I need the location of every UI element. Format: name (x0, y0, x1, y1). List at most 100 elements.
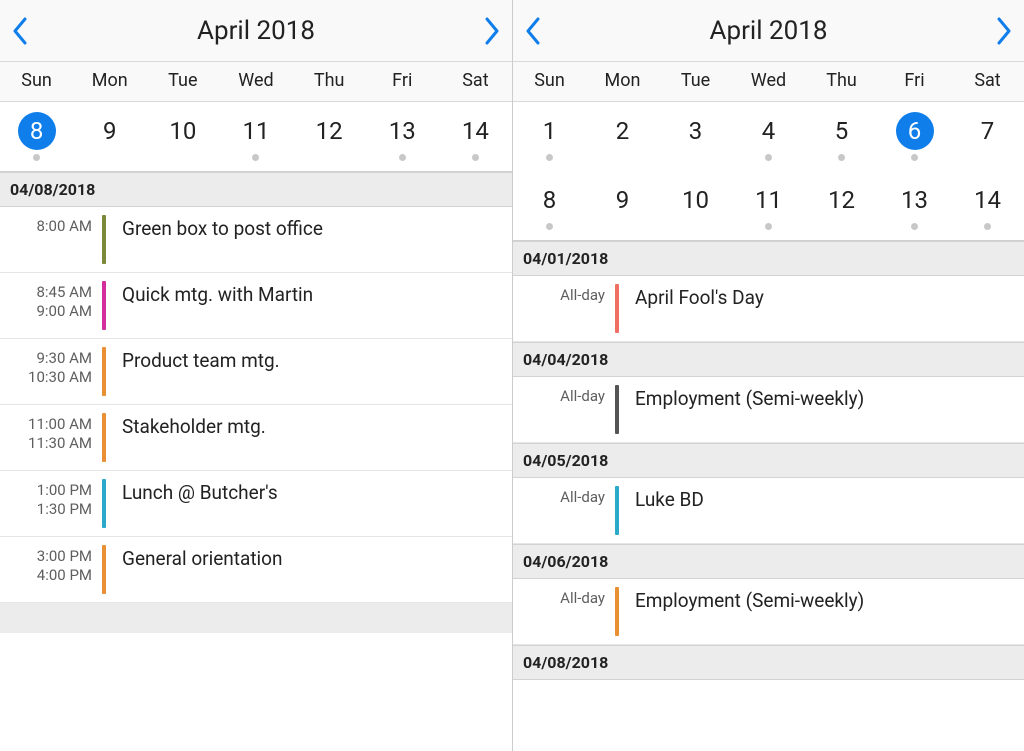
date-cell[interactable]: 11 (219, 102, 292, 171)
calendar-header: April 2018 (0, 0, 512, 62)
event-dot (33, 154, 40, 161)
event-list: All-dayEmployment (Semi-weekly) (513, 579, 1024, 645)
event-row[interactable]: 3:00 PM4:00 PMGeneral orientation (0, 537, 512, 603)
event-title: Stakeholder mtg. (106, 413, 512, 462)
event-dot (546, 223, 553, 230)
event-time: All-day (513, 587, 615, 636)
event-time: 1:00 PM1:30 PM (0, 479, 102, 528)
chevron-right-icon (484, 17, 500, 45)
date-number: 7 (969, 112, 1007, 150)
event-row[interactable]: 1:00 PM1:30 PMLunch @ Butcher's (0, 471, 512, 537)
weekday-label: Tue (146, 62, 219, 101)
event-dot (911, 223, 918, 230)
agenda-list[interactable]: 04/08/20188:00 AMGreen box to post offic… (0, 172, 512, 751)
date-cell[interactable]: 12 (293, 102, 366, 171)
next-month-button[interactable] (452, 0, 512, 61)
event-row[interactable]: All-dayEmployment (Semi-weekly) (513, 377, 1024, 443)
event-dot (765, 154, 772, 161)
date-number: 12 (310, 112, 348, 150)
date-cell[interactable]: 13 (878, 171, 951, 240)
date-grid: 8910 11 12 1314 (0, 102, 512, 172)
date-cell[interactable]: 14 (439, 102, 512, 171)
date-cell[interactable]: 2 (586, 102, 659, 171)
date-number: 9 (604, 181, 642, 219)
event-time: 9:30 AM10:30 AM (0, 347, 102, 396)
event-time: All-day (513, 284, 615, 333)
date-cell[interactable]: 7 (951, 102, 1024, 171)
agenda-list[interactable]: 04/01/2018All-dayApril Fool's Day04/04/2… (513, 241, 1024, 751)
prev-month-button[interactable] (0, 0, 60, 61)
section-date-header: 04/06/2018 (513, 544, 1024, 579)
event-time: All-day (513, 486, 615, 535)
date-cell[interactable]: 1 (513, 102, 586, 171)
event-row[interactable]: All-dayApril Fool's Day (513, 276, 1024, 342)
date-cell[interactable]: 5 (805, 102, 878, 171)
date-number: 11 (750, 181, 788, 219)
weekday-label: Wed (219, 62, 292, 101)
event-time: All-day (513, 385, 615, 434)
weekday-label: Mon (73, 62, 146, 101)
weekday-label: Sat (439, 62, 512, 101)
event-list: All-dayApril Fool's Day (513, 276, 1024, 342)
event-row[interactable]: 8:00 AMGreen box to post office (0, 207, 512, 273)
event-row[interactable]: All-dayEmployment (Semi-weekly) (513, 579, 1024, 645)
section-date-header: 04/01/2018 (513, 241, 1024, 276)
event-dot (838, 154, 845, 161)
date-number: 2 (604, 112, 642, 150)
date-grid: 1234567891011121314 (513, 102, 1024, 241)
event-title: Employment (Semi-weekly) (619, 587, 1024, 636)
event-dot (911, 154, 918, 161)
event-list: All-dayLuke BD (513, 478, 1024, 544)
weekday-label: Wed (732, 62, 805, 101)
month-title: April 2018 (710, 16, 828, 46)
date-number: 5 (823, 112, 861, 150)
date-cell[interactable]: 4 (732, 102, 805, 171)
weekday-label: Sat (951, 62, 1024, 101)
section-date-header: 04/05/2018 (513, 443, 1024, 478)
event-title: Employment (Semi-weekly) (619, 385, 1024, 434)
weekday-label: Fri (366, 62, 439, 101)
date-cell[interactable]: 9 (73, 102, 146, 171)
next-month-button[interactable] (964, 0, 1024, 61)
weekday-label: Thu (805, 62, 878, 101)
date-cell[interactable]: 13 (366, 102, 439, 171)
date-cell[interactable]: 10 (146, 102, 219, 171)
calendar-week-screen: April 2018 Sun Mon Tue Wed Thu Fri Sat 8… (0, 0, 512, 751)
chevron-right-icon (996, 17, 1012, 45)
weekday-row: Sun Mon Tue Wed Thu Fri Sat (513, 62, 1024, 102)
weekday-label: Fri (878, 62, 951, 101)
date-number: 3 (677, 112, 715, 150)
weekday-label: Sun (0, 62, 73, 101)
event-dot (252, 154, 259, 161)
weekday-label: Mon (586, 62, 659, 101)
weekday-label: Tue (659, 62, 732, 101)
event-row[interactable]: All-dayLuke BD (513, 478, 1024, 544)
event-dot (546, 154, 553, 161)
date-number: 8 (531, 181, 569, 219)
event-title: Green box to post office (106, 215, 512, 264)
date-number: 12 (823, 181, 861, 219)
date-cell[interactable]: 14 (951, 171, 1024, 240)
date-cell[interactable]: 8 (513, 171, 586, 240)
event-title: Quick mtg. with Martin (106, 281, 512, 330)
date-cell[interactable]: 3 (659, 102, 732, 171)
calendar-header: April 2018 (513, 0, 1024, 62)
event-title: Luke BD (619, 486, 1024, 535)
event-dot (399, 154, 406, 161)
date-cell[interactable]: 8 (0, 102, 73, 171)
date-cell[interactable]: 11 (732, 171, 805, 240)
event-row[interactable]: 11:00 AM11:30 AMStakeholder mtg. (0, 405, 512, 471)
date-cell[interactable]: 9 (586, 171, 659, 240)
event-row[interactable]: 8:45 AM9:00 AMQuick mtg. with Martin (0, 273, 512, 339)
date-number: 1 (531, 112, 569, 150)
event-dot (765, 223, 772, 230)
event-title: General orientation (106, 545, 512, 594)
event-dot (472, 154, 479, 161)
prev-month-button[interactable] (513, 0, 573, 61)
date-cell[interactable]: 10 (659, 171, 732, 240)
date-number: 11 (237, 112, 275, 150)
date-cell[interactable]: 6 (878, 102, 951, 171)
date-number: 8 (18, 112, 56, 150)
event-row[interactable]: 9:30 AM10:30 AMProduct team mtg. (0, 339, 512, 405)
date-cell[interactable]: 12 (805, 171, 878, 240)
